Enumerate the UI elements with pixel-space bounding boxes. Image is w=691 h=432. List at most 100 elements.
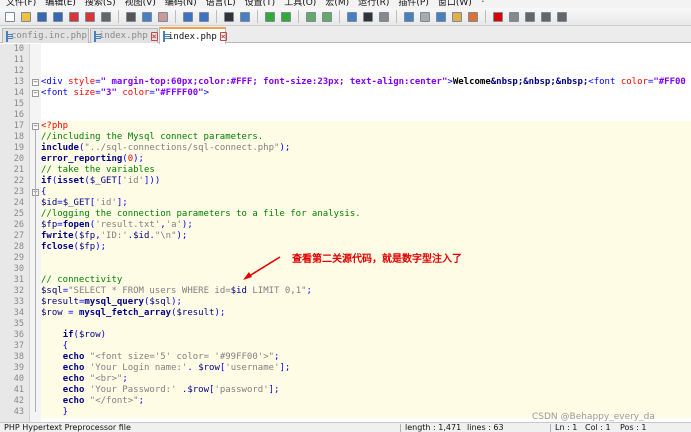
annotation-text: 查看第二关源代码，就是数字型注入了 [292,254,462,265]
menu-item[interactable]: 文件(F) [6,0,36,8]
menu-bar: 文件(F) 编辑(E) 搜索(S) 视图(V) 编码(N) 语言(L) 设置(T) 工具(O)… [0,0,691,8]
menu-item[interactable]: 编码(N) [165,0,197,8]
code-token: //including the Mysql connect parameters… [41,132,264,142]
code-token: error_reporting [41,154,123,164]
menu-item[interactable]: 宏(M) [325,0,349,8]
line-number: 36 [13,330,24,340]
code-token: <div [41,77,69,87]
folder-workspace-icon[interactable] [450,10,464,24]
code-token: ]; [116,198,128,208]
show-all-chars-icon[interactable] [361,10,375,24]
tab-index-php-1[interactable]: index.php × [90,28,158,43]
record-macro-icon[interactable] [491,10,505,24]
fold-toggle-icon[interactable]: − [32,123,39,130]
status-length: length : 1,471 [405,423,462,432]
save-all-icon[interactable] [51,10,65,24]
code-token: . [176,385,188,395]
doc-map-icon[interactable] [418,10,432,24]
close-all-icon[interactable] [83,10,97,24]
line-number: 11 [13,55,24,65]
code-token: $fp [41,220,58,230]
menu-item[interactable]: 工具(O) [284,0,316,8]
sync-vertical-icon[interactable] [304,10,318,24]
code-token: $result [41,297,79,307]
code-token: "<font size='5' color= '#99FF00'>" [89,352,275,362]
close-icon[interactable] [67,10,81,24]
code-line: $result=mysql_query($sql); [41,297,182,308]
menu-item[interactable]: 插件(P) [398,0,428,8]
indent-guide-icon[interactable] [377,10,391,24]
menu-item[interactable]: 设置(T) [245,0,276,8]
code-token: } [41,407,69,417]
find-icon[interactable] [222,10,236,24]
paste-icon[interactable] [156,10,170,24]
zoom-out-icon[interactable] [279,10,293,24]
fold-toggle-icon[interactable]: − [32,79,39,86]
code-editor[interactable]: <div style = " margin-top:60px;color:#FFF;… [41,44,691,422]
status-col: Col : 1 [585,423,611,432]
tab-index-php-2[interactable]: index.php × [159,27,227,44]
code-line: echo "<br>"; [41,374,128,385]
line-number: 16 [13,110,24,120]
function-list-icon[interactable] [434,10,448,24]
stop-record-icon[interactable] [507,10,521,24]
code-token: echo [62,374,85,384]
line-number: 32 [13,286,24,296]
menu-item[interactable]: 运行(R) [358,0,389,8]
save-icon[interactable] [35,10,49,24]
menu-item[interactable]: 编辑(E) [45,0,76,8]
code-token: "../sql-connections/sql-connect.php" [84,143,280,153]
menu-item[interactable]: 搜索(S) [85,0,116,8]
code-token: LIMIT 0,1" [246,286,307,296]
code-line: error_reporting(0); [41,154,144,165]
save-macro-icon[interactable] [555,10,569,24]
tab-label: index.php [168,31,217,42]
zoom-in-icon[interactable] [263,10,277,24]
code-token: ); [279,143,291,153]
line-number: 23 [13,187,24,197]
menu-item[interactable]: 视图(V) [125,0,156,8]
menu-item[interactable]: ? [481,0,486,8]
code-token: <font [588,77,621,87]
code-token: fclose [41,242,74,252]
redo-icon[interactable] [197,10,211,24]
menu-item[interactable]: 语言(L) [206,0,236,8]
line-number: 43 [13,407,24,417]
code-token: $_GET [89,176,117,186]
fold-toggle-icon[interactable]: − [32,90,39,97]
close-tab-icon[interactable]: × [219,32,227,41]
code-token: echo [62,352,85,362]
status-language: PHP Hypertext Preprocessor file [4,423,131,432]
cut-icon[interactable] [124,10,138,24]
line-number: 39 [13,363,24,373]
user-language-icon[interactable] [402,10,416,24]
undo-icon[interactable] [181,10,195,24]
menu-item[interactable]: 窗口(W) [438,0,472,8]
sync-horizontal-icon[interactable] [320,10,334,24]
new-file-icon[interactable] [3,10,17,24]
line-number: 37 [13,341,24,351]
code-token: $row [187,385,210,395]
code-token: "\n" [154,231,177,241]
code-token: ])) [143,176,161,186]
copy-icon[interactable] [140,10,154,24]
code-line: if(isset($_GET['id'])) [41,176,160,187]
tab-config-inc-php[interactable]: config.inc.php × [2,28,97,43]
close-tab-icon[interactable]: × [150,31,158,41]
word-wrap-icon[interactable] [345,10,359,24]
replace-icon[interactable] [238,10,252,24]
play-multiple-icon[interactable] [539,10,553,24]
code-line: echo 'Your Password:' .$row['password']; [41,385,280,396]
monitor-icon[interactable] [466,10,480,24]
open-file-icon[interactable] [19,10,33,24]
code-line: //including the Mysql connect parameters… [41,132,263,143]
print-icon[interactable] [99,10,113,24]
play-macro-icon[interactable] [523,10,537,24]
line-number: 10 [13,44,24,54]
status-ln: Ln : 1 [555,423,578,432]
code-line: include("../sql-connections/sql-connect.… [41,143,290,154]
code-token: $id [41,198,58,208]
code-token: echo [62,385,85,395]
